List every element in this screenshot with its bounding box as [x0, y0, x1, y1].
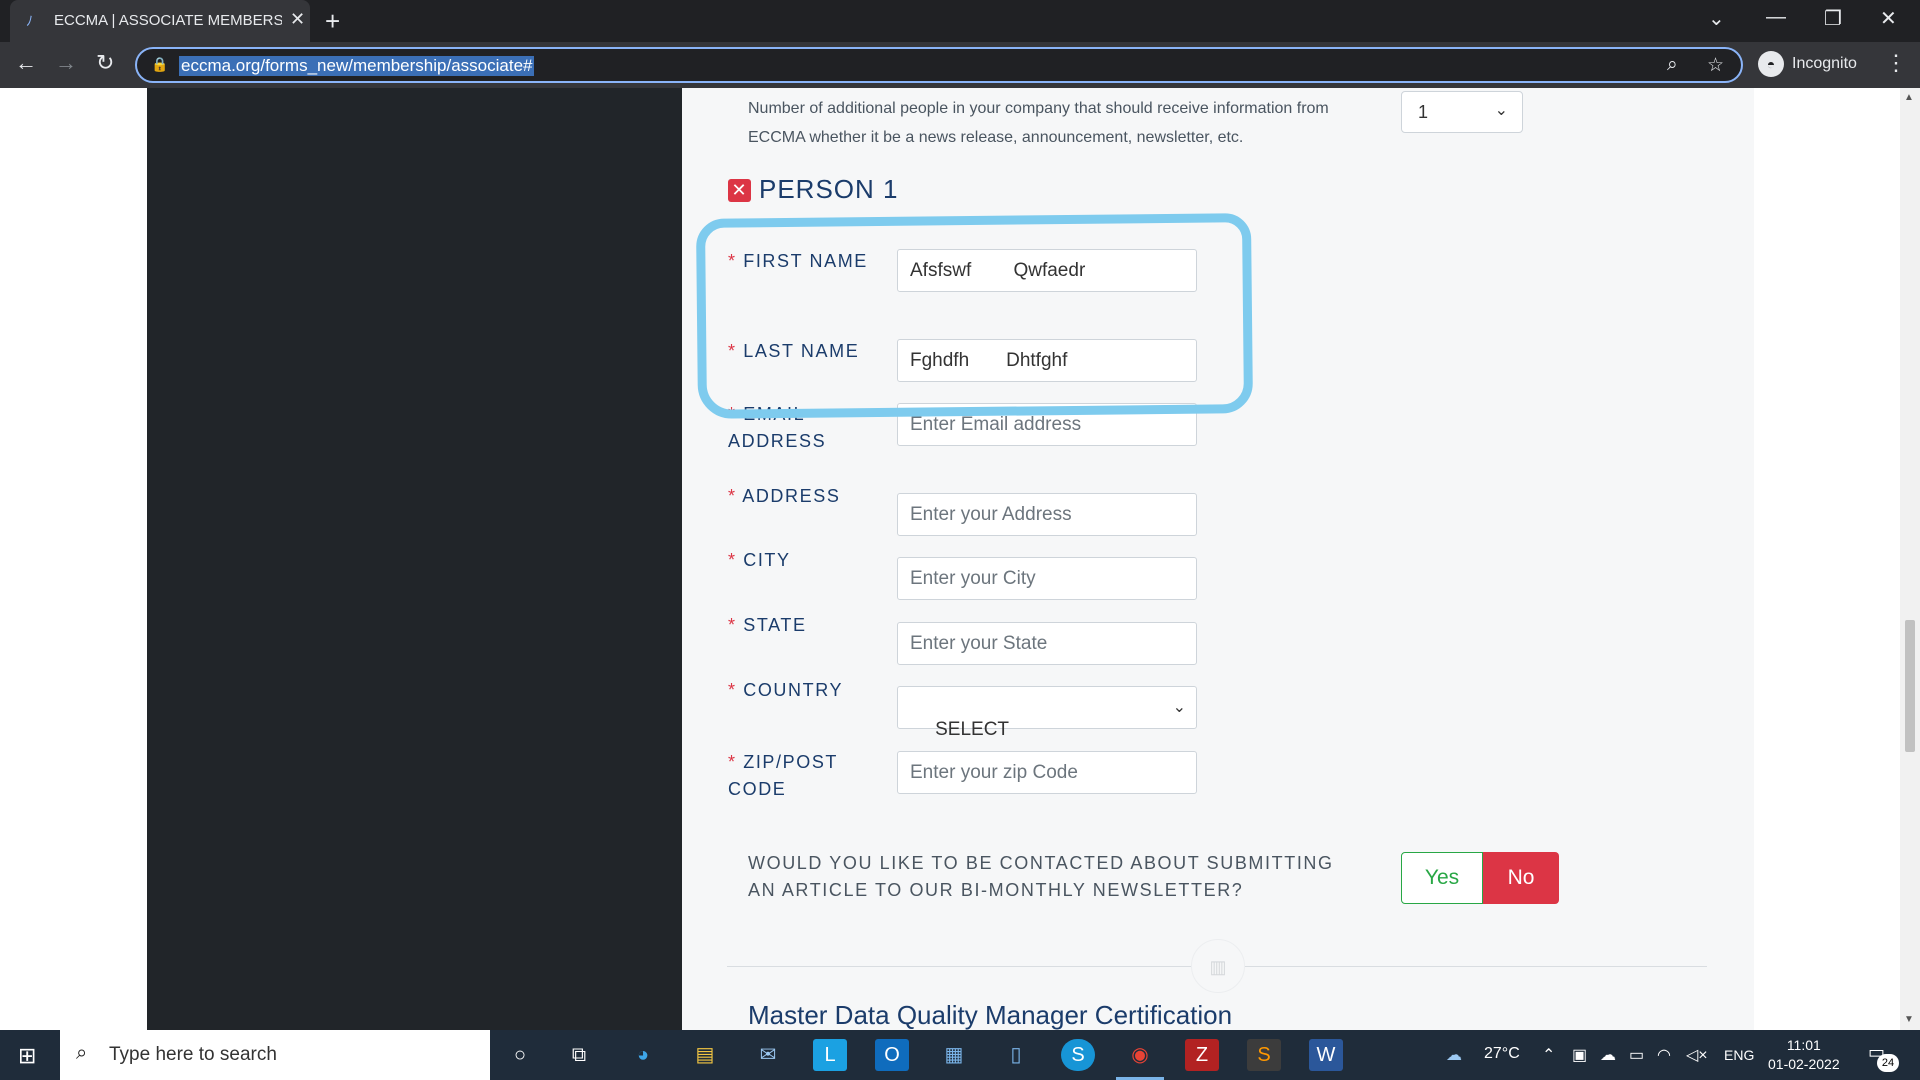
- country-label-text: COUNTRY: [743, 680, 844, 700]
- outlook-icon[interactable]: O: [875, 1039, 909, 1071]
- certification-heading: Master Data Quality Manager Certificatio…: [748, 1000, 1233, 1030]
- required-marker: *: [728, 752, 737, 772]
- bookmark-star-icon[interactable]: ☆: [1707, 54, 1724, 77]
- scrollbar-thumb[interactable]: [1905, 620, 1915, 752]
- filezilla-icon[interactable]: Z: [1185, 1039, 1219, 1071]
- zoom-icon[interactable]: ⌕: [1667, 54, 1678, 76]
- sublime-icon[interactable]: S: [1247, 1039, 1281, 1071]
- reload-icon[interactable]: ↻: [96, 50, 114, 76]
- required-marker: *: [728, 680, 737, 700]
- system-clock[interactable]: 11:01 01-02-2022: [1768, 1036, 1840, 1074]
- onedrive-icon[interactable]: ☁: [1600, 1045, 1616, 1065]
- tab-title: ECCMA | ASSOCIATE MEMBERSHIP: [54, 12, 282, 29]
- chevron-down-icon: ⌄: [1172, 699, 1186, 716]
- country-select-value: SELECT: [935, 719, 1010, 740]
- notification-count: 24: [1877, 1054, 1899, 1072]
- tab-search-icon[interactable]: ⌄: [1708, 6, 1725, 31]
- zip-input[interactable]: Enter your zip Code: [897, 751, 1197, 794]
- weather-temp[interactable]: 27°C: [1484, 1045, 1520, 1063]
- incognito-icon: ◓: [1758, 51, 1784, 77]
- required-marker: *: [728, 550, 737, 570]
- edge-icon[interactable]: ◕: [626, 1039, 660, 1071]
- country-label: * COUNTRY: [728, 677, 878, 704]
- required-marker: *: [728, 615, 737, 635]
- clock-time: 11:01: [1786, 1037, 1821, 1053]
- incognito-profile[interactable]: ◓ Incognito: [1758, 51, 1857, 77]
- wifi-icon[interactable]: ◠: [1657, 1045, 1671, 1065]
- country-select[interactable]: SELECT ⌄: [897, 686, 1197, 740]
- forward-icon[interactable]: →: [55, 50, 77, 76]
- word-icon[interactable]: W: [1309, 1039, 1343, 1071]
- additional-people-select[interactable]: 1 ⌄: [1401, 91, 1523, 133]
- page-scrollbar[interactable]: ▲ ▼: [1900, 88, 1920, 1030]
- state-label: * STATE: [728, 612, 878, 639]
- minimize-icon[interactable]: —: [1766, 6, 1786, 29]
- yes-button[interactable]: Yes: [1401, 852, 1483, 904]
- scroll-down-icon[interactable]: ▼: [1904, 1014, 1914, 1025]
- volume-muted-icon[interactable]: ◁×: [1686, 1045, 1708, 1065]
- address-bar[interactable]: 🔒 eccma.org/forms_new/membership/associa…: [135, 47, 1743, 83]
- web-page: Number of additional people in your comp…: [0, 88, 1920, 1030]
- taskbar-search[interactable]: ⌕ Type here to search: [60, 1030, 490, 1080]
- chevron-down-icon: ⌄: [1494, 102, 1508, 119]
- address-input[interactable]: Enter your Address: [897, 493, 1197, 536]
- incognito-label: Incognito: [1792, 55, 1857, 73]
- browser-toolbar: ← → ↻ 🔒 eccma.org/forms_new/membership/a…: [0, 42, 1920, 88]
- required-marker: *: [728, 486, 737, 506]
- browser-menu-icon[interactable]: ⋮: [1885, 50, 1907, 76]
- divider-icon: ▥: [1191, 939, 1245, 993]
- state-label-text: STATE: [743, 615, 807, 635]
- file-explorer-icon[interactable]: ▤: [688, 1039, 722, 1071]
- additional-people-text: Number of additional people in your comp…: [748, 100, 1329, 146]
- browser-tab-bar: ﾉ ECCMA | ASSOCIATE MEMBERSHIP ✕ + ⌄ — ❐…: [0, 0, 1920, 42]
- chrome-icon[interactable]: ◉: [1123, 1039, 1157, 1071]
- city-label: * CITY: [728, 547, 878, 574]
- windows-taskbar: ⊞ ⌕ Type here to search ○ ⧉ ◕ ▤ ✉ L O ▦ …: [0, 1030, 1920, 1080]
- person-heading-text: PERSON 1: [759, 174, 899, 204]
- zip-label-text: ZIP/POST CODE: [728, 752, 838, 799]
- highlight-annotation: [695, 213, 1254, 419]
- person-heading: ✕ PERSON 1: [728, 174, 899, 205]
- language-indicator[interactable]: ENG: [1724, 1047, 1754, 1063]
- skype-icon[interactable]: S: [1061, 1039, 1095, 1071]
- address-label-text: ADDRESS: [742, 486, 841, 506]
- weather-icon[interactable]: ☁: [1446, 1045, 1462, 1065]
- left-dark-panel: [147, 88, 682, 1030]
- clock-date: 01-02-2022: [1768, 1056, 1840, 1072]
- new-tab-icon[interactable]: +: [325, 6, 340, 37]
- lock-icon[interactable]: 🔒: [151, 56, 168, 73]
- zip-label: * ZIP/POST CODE: [728, 749, 878, 803]
- taskbar-search-placeholder: Type here to search: [109, 1044, 277, 1065]
- tab-close-icon[interactable]: ✕: [290, 9, 305, 30]
- no-button[interactable]: No: [1483, 852, 1559, 904]
- close-window-icon[interactable]: ✕: [1880, 6, 1897, 31]
- l-app-icon[interactable]: L: [813, 1039, 847, 1071]
- task-view-icon[interactable]: ⧉: [562, 1039, 596, 1071]
- state-input[interactable]: Enter your State: [897, 622, 1197, 665]
- mail-icon[interactable]: ✉: [751, 1039, 785, 1071]
- tray-expand-icon[interactable]: ⌃: [1542, 1045, 1555, 1065]
- address-label: * ADDRESS: [728, 483, 878, 510]
- additional-people-value: 1: [1418, 102, 1429, 122]
- windows-start-icon[interactable]: ⊞: [18, 1043, 36, 1069]
- url-text[interactable]: eccma.org/forms_new/membership/associate…: [179, 56, 535, 76]
- newsletter-question: WOULD YOU LIKE TO BE CONTACTED ABOUT SUB…: [748, 853, 1334, 900]
- scroll-up-icon[interactable]: ▲: [1904, 92, 1914, 103]
- remove-person-icon[interactable]: ✕: [728, 179, 751, 202]
- browser-tab[interactable]: ﾉ ECCMA | ASSOCIATE MEMBERSHIP ✕: [10, 0, 310, 42]
- search-icon: ⌕: [76, 1042, 88, 1064]
- eccma-favicon-icon: ﾉ: [26, 13, 33, 29]
- store-icon[interactable]: ▦: [937, 1039, 971, 1071]
- city-label-text: CITY: [743, 550, 791, 570]
- cortana-icon[interactable]: ○: [503, 1039, 537, 1071]
- phone-app-icon[interactable]: ▯: [999, 1039, 1033, 1071]
- battery-icon[interactable]: ▭: [1629, 1045, 1644, 1065]
- back-icon[interactable]: ←: [15, 50, 37, 76]
- city-input[interactable]: Enter your City: [897, 557, 1197, 600]
- meet-now-icon[interactable]: ▣: [1572, 1045, 1587, 1065]
- restore-icon[interactable]: ❐: [1824, 6, 1842, 31]
